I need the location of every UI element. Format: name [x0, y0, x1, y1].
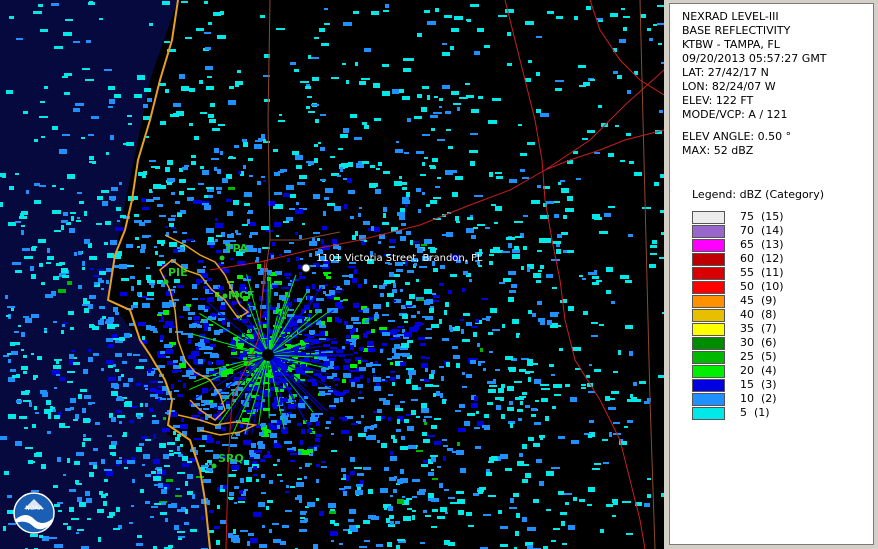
legend-label: 10 (2)	[740, 392, 777, 405]
max-reflectivity: MAX: 52 dBZ	[682, 144, 754, 157]
city-marker-tpa	[219, 255, 225, 261]
legend-row: 25 (5)	[692, 350, 873, 364]
legend-label: 35 (7)	[740, 322, 777, 335]
product-name: NEXRAD LEVEL-III	[682, 10, 779, 23]
city-marker-pie	[163, 279, 169, 285]
city-marker-srq	[211, 463, 217, 469]
station-name: KTBW - TAMPA, FL	[682, 38, 780, 51]
noaa-logo: NOAA	[13, 492, 55, 534]
legend-row: 5 (1)	[692, 406, 873, 420]
legend-swatch	[692, 266, 725, 280]
legend-swatch	[692, 294, 725, 308]
interstate-road	[504, 0, 646, 549]
city-label-srq: SRQ	[218, 452, 244, 465]
legend-list: 75 (15) 70 (14) 65 (13) 60 (12) 55 (11) …	[682, 210, 873, 420]
legend-row: 75 (15)	[692, 210, 873, 224]
legend-swatch	[692, 224, 725, 238]
legend-row: 15 (3)	[692, 378, 873, 392]
legend-row: 30 (6)	[692, 336, 873, 350]
legend-row: 60 (12)	[692, 252, 873, 266]
interstate-road	[544, 129, 664, 171]
legend-row: 70 (14)	[692, 224, 873, 238]
legend-label: 30 (6)	[740, 336, 777, 349]
legend-label: 75 (15)	[740, 210, 784, 223]
legend-label: 50 (10)	[740, 280, 784, 293]
legend-label: 65 (13)	[740, 238, 784, 251]
legend-row: 45 (9)	[692, 294, 873, 308]
location-label: 1101 Victoria Street, Brandon, FL	[316, 253, 483, 264]
radar-site	[262, 349, 274, 361]
elevation: ELEV: 122 FT	[682, 94, 754, 107]
timestamp: 09/20/2013 05:57:27 GMT	[682, 52, 827, 65]
radar-map-canvas: TPA PIE MCF SRQ 1101 Victoria Street, Br…	[0, 0, 664, 549]
legend-label: 25 (5)	[740, 350, 777, 363]
legend-swatch	[692, 392, 725, 406]
legend-swatch	[692, 378, 725, 392]
legend-label: 40 (8)	[740, 308, 777, 321]
legend-swatch	[692, 252, 725, 266]
city-label-tpa: TPA	[225, 242, 249, 255]
legend-swatch	[692, 210, 725, 224]
county-line	[639, 0, 656, 549]
legend-row: 20 (4)	[692, 364, 873, 378]
legend-label: 55 (11)	[740, 266, 784, 279]
legend-swatch	[692, 350, 725, 364]
info-panel: NEXRAD LEVEL-III BASE REFLECTIVITY KTBW …	[669, 3, 874, 545]
legend-swatch	[692, 364, 725, 378]
legend-row: 65 (13)	[692, 238, 873, 252]
product-type: BASE REFLECTIVITY	[682, 24, 791, 37]
legend-swatch	[692, 406, 725, 420]
longitude: LON: 82/24/07 W	[682, 80, 776, 93]
legend-row: 50 (10)	[692, 280, 873, 294]
interstate-road	[589, 0, 664, 96]
legend-label: 5 (1)	[740, 406, 770, 419]
latitude: LAT: 27/42/17 N	[682, 66, 769, 79]
legend-swatch	[692, 336, 725, 350]
mode-vcp: MODE/VCP: A / 121	[682, 108, 788, 121]
radar-map[interactable]: TPA PIE MCF SRQ 1101 Victoria Street, Br…	[0, 0, 664, 549]
legend-label: 20 (4)	[740, 364, 777, 377]
legend-label: 15 (3)	[740, 378, 777, 391]
city-label-mcf: MCF	[228, 289, 255, 302]
legend-swatch	[692, 308, 725, 322]
legend-row: 35 (7)	[692, 322, 873, 336]
legend-row: 10 (2)	[692, 392, 873, 406]
legend-label: 70 (14)	[740, 224, 784, 237]
location-pin[interactable]	[301, 263, 311, 273]
legend-swatch	[692, 322, 725, 336]
city-label-pie: PIE	[168, 266, 188, 279]
legend-swatch	[692, 238, 725, 252]
legend-label: 60 (12)	[740, 252, 784, 265]
legend-label: 45 (9)	[740, 294, 777, 307]
noaa-logo-text: NOAA	[25, 505, 43, 512]
legend-title: Legend: dBZ (Category)	[692, 188, 824, 201]
legend-swatch	[692, 280, 725, 294]
legend-row: 55 (11)	[692, 266, 873, 280]
city-marker-mcf	[222, 293, 228, 299]
elev-angle: ELEV ANGLE: 0.50 °	[682, 130, 792, 143]
legend-row: 40 (8)	[692, 308, 873, 322]
